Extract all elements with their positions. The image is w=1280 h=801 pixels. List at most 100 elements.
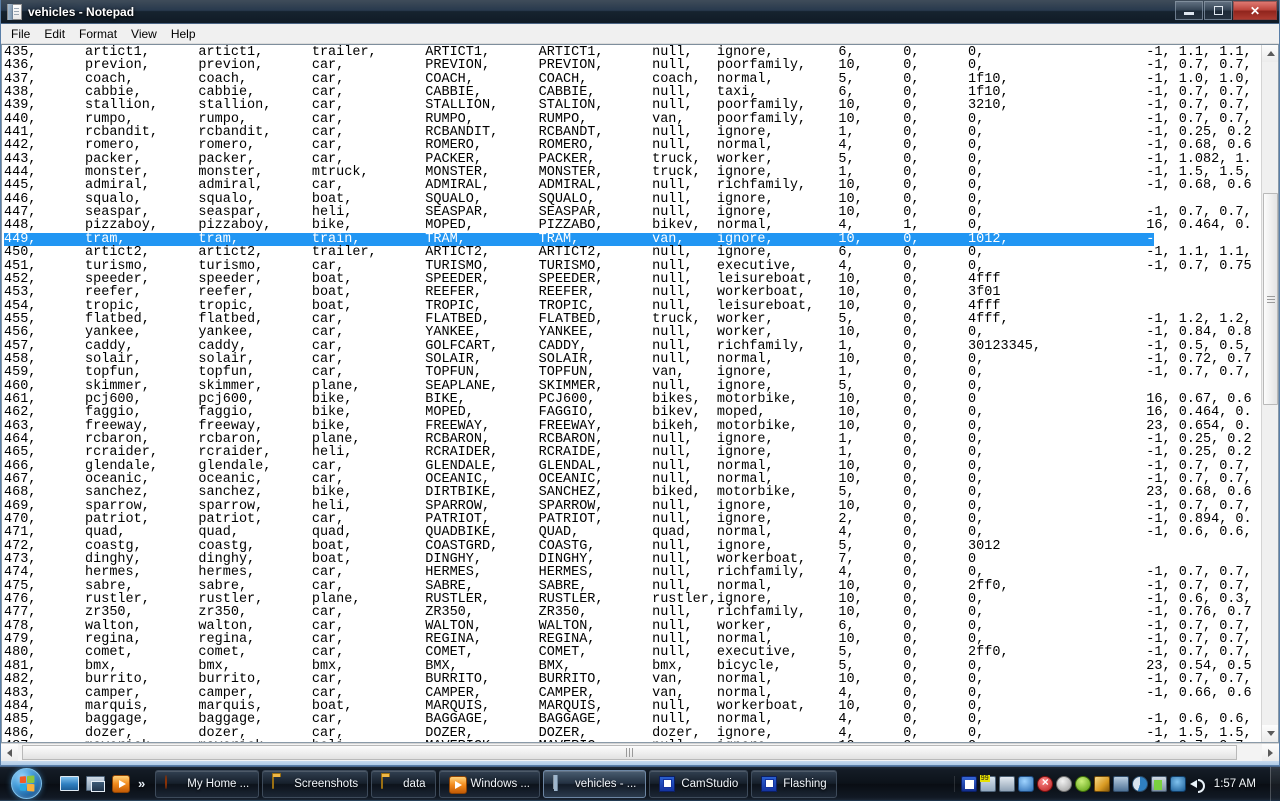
editor-line[interactable]: 458, solair, solair, car, SOLAIR, SOLAIR…: [4, 353, 1252, 366]
editor-line[interactable]: 439, stallion, stallion, car, STALLION, …: [4, 99, 1252, 112]
editor-line[interactable]: 456, yankee, yankee, car, YANKEE, YANKEE…: [4, 326, 1252, 339]
monitor-icon[interactable]: [999, 776, 1015, 792]
editor-line[interactable]: 463, freeway, freeway, bike, FREEWAY, FR…: [4, 420, 1252, 433]
editor-line[interactable]: 473, dinghy, dinghy, boat, DINGHY, DINGH…: [4, 553, 1252, 566]
taskbar-item-flashing[interactable]: Flashing: [751, 770, 836, 798]
scroll-right-button[interactable]: [1262, 744, 1279, 761]
show-desktop-button[interactable]: [1270, 767, 1280, 801]
close-button[interactable]: ✕: [1233, 1, 1277, 20]
editor-line[interactable]: 436, previon, previon, car, PREVION, PRE…: [4, 59, 1252, 72]
editor-line[interactable]: 485, baggage, baggage, car, BAGGAGE, BAG…: [4, 713, 1252, 726]
editor-line[interactable]: 448, pizzaboy, pizzaboy, bike, MOPED, PI…: [4, 219, 1252, 232]
gray-circle-icon[interactable]: [1056, 776, 1072, 792]
taskbar-item-my-home[interactable]: My Home ...: [155, 770, 259, 798]
editor-line[interactable]: 464, rcbaron, rcbaron, plane, RCBARON, R…: [4, 433, 1252, 446]
editor-line[interactable]: 454, tropic, tropic, boat, TROPIC, TROPI…: [4, 300, 1252, 313]
editor-line[interactable]: 457, caddy, caddy, car, GOLFCART, CADDY,…: [4, 340, 1252, 353]
taskbar-item-vehicles[interactable]: vehicles - ...: [543, 770, 646, 798]
restore-button[interactable]: [1204, 1, 1232, 20]
editor-line[interactable]: 482, burrito, burrito, car, BURRITO, BUR…: [4, 673, 1252, 686]
menu-item-help[interactable]: Help: [164, 25, 203, 43]
menu-item-format[interactable]: Format: [72, 25, 124, 43]
editor-line[interactable]: 459, topfun, topfun, car, TOPFUN, TOPFUN…: [4, 366, 1252, 379]
camstudio-tray-icon[interactable]: [961, 776, 977, 792]
text-viewport[interactable]: 435, artict1, artict1, trailer, ARTICT1,…: [2, 45, 1261, 742]
volume-icon[interactable]: [1189, 776, 1205, 792]
editor-line[interactable]: 452, speeder, speeder, boat, SPEEDER, SP…: [4, 273, 1252, 286]
editor-line[interactable]: 440, rumpo, rumpo, car, RUMPO, RUMPO, va…: [4, 113, 1252, 126]
minimize-button[interactable]: [1175, 1, 1203, 20]
editor-line[interactable]: 450, artict2, artict2, trailer, ARTICT2,…: [4, 246, 1252, 259]
editor-line[interactable]: 443, packer, packer, car, PACKER, PACKER…: [4, 153, 1252, 166]
editor-line[interactable]: 471, quad, quad, quad, QUADBIKE, QUAD, q…: [4, 526, 1252, 539]
editor-line[interactable]: 462, faggio, faggio, bike, MOPED, FAGGIO…: [4, 406, 1252, 419]
editor-line[interactable]: 470, patriot, patriot, car, PATRIOT, PAT…: [4, 513, 1252, 526]
editor-line[interactable]: 477, zr350, zr350, car, ZR350, ZR350, nu…: [4, 606, 1252, 619]
error-icon[interactable]: [1037, 776, 1053, 792]
editor-line[interactable]: 486, dozer, dozer, car, DOZER, DOZER, do…: [4, 727, 1252, 740]
network-activity-icon[interactable]: [980, 776, 996, 792]
editor-line[interactable]: 444, monster, monster, mtruck, MONSTER, …: [4, 166, 1252, 179]
editor-line[interactable]: 435, artict1, artict1, trailer, ARTICT1,…: [4, 46, 1252, 59]
menu-item-view[interactable]: View: [124, 25, 164, 43]
editor-line[interactable]: 442, romero, romero, car, ROMERO, ROMERO…: [4, 139, 1252, 152]
vertical-scrollbar-thumb[interactable]: [1263, 193, 1278, 405]
editor-line[interactable]: 465, rcraider, rcraider, heli, RCRAIDER,…: [4, 446, 1252, 459]
editor-line[interactable]: 476, rustler, rustler, plane, RUSTLER, R…: [4, 593, 1252, 606]
editor-line[interactable]: 472, coastg, coastg, boat, COASTGRD, COA…: [4, 540, 1252, 553]
scroll-down-button[interactable]: [1262, 725, 1279, 742]
vertical-scrollbar[interactable]: [1261, 45, 1278, 742]
editor-line[interactable]: 481, bmx, bmx, bmx, BMX, BMX, bmx, bicyc…: [4, 660, 1252, 673]
editor-line[interactable]: 453, reefer, reefer, boat, REEFER, REEFE…: [4, 286, 1252, 299]
editor-line[interactable]: 441, rcbandit, rcbandit, car, RCBANDIT, …: [4, 126, 1252, 139]
animation-icon[interactable]: [1113, 776, 1129, 792]
editor-line[interactable]: 460, skimmer, skimmer, plane, SEAPLANE, …: [4, 380, 1252, 393]
taskbar-item-camstudio[interactable]: CamStudio: [649, 770, 748, 798]
editor-line[interactable]: 487, maverick, maverick, heli, MAVERICK,…: [4, 740, 1252, 742]
pencil-icon[interactable]: [1094, 776, 1110, 792]
editor-line[interactable]: 479, regina, regina, car, REGINA, REGINA…: [4, 633, 1252, 646]
shield-icon[interactable]: [1018, 776, 1034, 792]
start-button[interactable]: [2, 768, 50, 800]
scroll-up-button[interactable]: [1262, 45, 1279, 62]
chevron-right-double-icon[interactable]: »: [138, 776, 145, 791]
horizontal-scrollbar[interactable]: [1, 743, 1279, 761]
editor-line[interactable]: 438, cabbie, cabbie, car, CABBIE, CABBIE…: [4, 86, 1252, 99]
editor-line[interactable]: 484, marquis, marquis, boat, MARQUIS, MA…: [4, 700, 1252, 713]
editor-line[interactable]: 455, flatbed, flatbed, car, FLATBED, FLA…: [4, 313, 1252, 326]
text-content[interactable]: 435, artict1, artict1, trailer, ARTICT1,…: [2, 45, 1252, 742]
editor-line[interactable]: 446, squalo, squalo, boat, SQUALO, SQUAL…: [4, 193, 1252, 206]
pie-chart-icon[interactable]: [1132, 776, 1148, 792]
editor-line[interactable]: 437, coach, coach, car, COACH, COACH, co…: [4, 73, 1252, 86]
editor-line[interactable]: 475, sabre, sabre, car, SABRE, SABRE, nu…: [4, 580, 1252, 593]
battery-icon[interactable]: [1151, 776, 1167, 792]
switch-windows-icon[interactable]: [84, 773, 106, 795]
editor-line[interactable]: 469, sparrow, sparrow, heli, SPARROW, SP…: [4, 500, 1252, 513]
editor-area[interactable]: 435, artict1, artict1, trailer, ARTICT1,…: [1, 44, 1279, 743]
editor-line[interactable]: 467, oceanic, oceanic, car, OCEANIC, OCE…: [4, 473, 1252, 486]
taskbar-item-windows[interactable]: Windows ...: [439, 770, 540, 798]
show-desktop-icon[interactable]: [58, 773, 80, 795]
editor-line[interactable]: 478, walton, walton, car, WALTON, WALTON…: [4, 620, 1252, 633]
horizontal-scrollbar-thumb[interactable]: [22, 745, 1237, 760]
scroll-left-button[interactable]: [1, 744, 18, 761]
title-bar[interactable]: vehicles - Notepad ✕: [1, 0, 1279, 24]
editor-line[interactable]: 474, hermes, hermes, car, HERMES, HERMES…: [4, 566, 1252, 579]
editor-line[interactable]: 461, pcj600, pcj600, bike, BIKE, PCJ600,…: [4, 393, 1252, 406]
editor-line[interactable]: 466, glendale, glendale, car, GLENDALE, …: [4, 460, 1252, 473]
horizontal-scrollbar-track[interactable]: [18, 744, 1262, 761]
editor-line[interactable]: 445, admiral, admiral, car, ADMIRAL, ADM…: [4, 179, 1252, 192]
editor-line[interactable]: 451, turismo, turismo, car, TURISMO, TUR…: [4, 260, 1252, 273]
editor-line[interactable]: 480, comet, comet, car, COMET, COMET, nu…: [4, 646, 1252, 659]
menu-item-edit[interactable]: Edit: [37, 25, 72, 43]
green-circle-icon[interactable]: [1075, 776, 1091, 792]
network-icon[interactable]: [1170, 776, 1186, 792]
editor-line[interactable]: 449, tram, tram, train, TRAM, TRAM, van,…: [4, 233, 1154, 246]
editor-line[interactable]: 483, camper, camper, car, CAMPER, CAMPER…: [4, 687, 1252, 700]
editor-line[interactable]: 447, seaspar, seaspar, heli, SEASPAR, SE…: [4, 206, 1252, 219]
media-player-icon[interactable]: [110, 773, 132, 795]
menu-item-file[interactable]: File: [4, 25, 37, 43]
editor-line[interactable]: 468, sanchez, sanchez, bike, DIRTBIKE, S…: [4, 486, 1252, 499]
taskbar-item-data[interactable]: data: [371, 770, 435, 798]
taskbar-item-screenshots[interactable]: Screenshots: [262, 770, 368, 798]
